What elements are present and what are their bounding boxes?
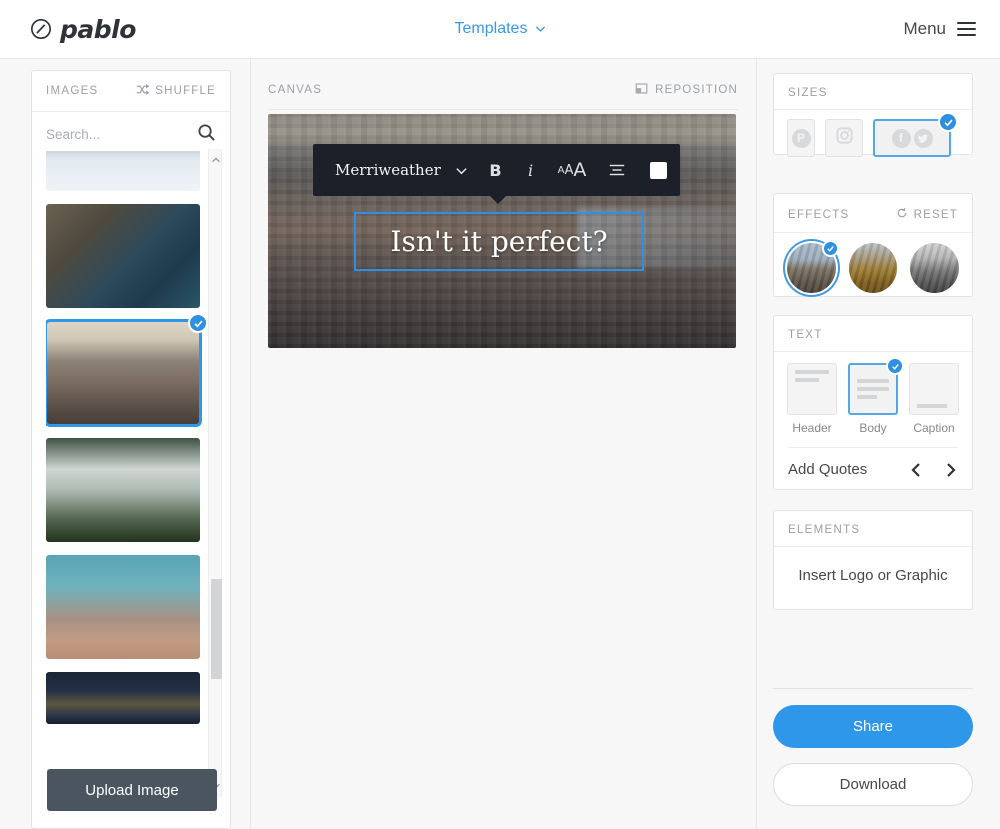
images-title: IMAGES: [46, 85, 99, 97]
menu-label: Menu: [903, 19, 946, 38]
logo[interactable]: pablo: [30, 15, 136, 44]
effects-header: EFFECTS RESET: [774, 194, 972, 233]
pablo-circle-icon: [30, 18, 52, 40]
actions-divider: [773, 688, 973, 689]
reposition-icon: [635, 82, 648, 98]
shuffle-label: SHUFFLE: [155, 85, 216, 97]
selected-check-icon: [938, 112, 958, 132]
effect-option-grayscale[interactable]: [910, 243, 960, 293]
search-row: [46, 118, 216, 151]
size-option-instagram[interactable]: [825, 119, 863, 157]
thumbnail-city-skyline-aerial[interactable]: [46, 313, 208, 427]
reposition-label: REPOSITION: [655, 84, 738, 96]
text-header: TEXT: [774, 316, 972, 352]
upload-image-button[interactable]: Upload Image: [47, 769, 217, 811]
text-color-swatch[interactable]: [638, 144, 680, 196]
elements-title: ELEMENTS: [788, 524, 861, 536]
thumbnail-coastal-cliffs[interactable]: [46, 204, 200, 308]
images-panel: IMAGES SHUFFLE Search... Upload Image: [31, 70, 231, 829]
text-options: Header Body Caption: [774, 352, 972, 435]
sizes-panel: SIZES P f: [773, 73, 973, 157]
size-option-facebook-twitter[interactable]: f: [873, 112, 958, 157]
quotes-navigation: [909, 462, 958, 478]
body-preview-icon: [848, 357, 904, 415]
effects-panel: EFFECTS RESET: [773, 193, 973, 297]
search-icon[interactable]: [197, 123, 216, 147]
chevron-up-icon[interactable]: [209, 151, 223, 169]
hamburger-icon: [957, 22, 976, 36]
thumbnail-list[interactable]: [46, 151, 218, 795]
thumbnail-foggy-mountain-valley[interactable]: [46, 438, 200, 542]
text-title: TEXT: [788, 329, 823, 341]
reposition-button[interactable]: REPOSITION: [635, 82, 738, 98]
font-size-button[interactable]: AAA: [547, 144, 597, 196]
canvas-header: CANVAS REPOSITION: [268, 82, 738, 110]
templates-label: Templates: [454, 20, 528, 37]
search-input[interactable]: [46, 127, 186, 142]
pinterest-icon: P: [791, 128, 811, 148]
align-center-icon[interactable]: [597, 144, 638, 196]
text-option-header-label: Header: [792, 421, 832, 435]
chevron-left-icon[interactable]: [909, 462, 925, 478]
chevron-down-icon[interactable]: [446, 144, 477, 196]
shuffle-button[interactable]: SHUFFLE: [136, 83, 216, 99]
facebook-icon: f: [891, 128, 911, 148]
instagram-icon: [835, 126, 854, 150]
add-quotes-row: Add Quotes: [788, 447, 958, 478]
menu-button[interactable]: Menu: [903, 19, 976, 39]
elements-body: Insert Logo or Graphic: [774, 547, 972, 603]
elements-header: ELEMENTS: [774, 511, 972, 547]
selected-check-icon: [821, 240, 839, 257]
images-panel-header: IMAGES SHUFFLE: [32, 71, 230, 112]
logo-text: pablo: [60, 14, 136, 44]
download-button[interactable]: Download: [773, 763, 973, 806]
chevron-down-icon: [534, 22, 546, 33]
canvas-area[interactable]: Merriweather B i AAA Isn't it perfect?: [268, 114, 736, 348]
italic-button[interactable]: i: [514, 144, 547, 196]
thumbnail-lit-stone-steps[interactable]: [46, 672, 200, 724]
share-button[interactable]: Share: [773, 705, 973, 748]
font-name-selector[interactable]: Merriweather: [335, 161, 446, 179]
sizes-header: SIZES: [774, 74, 972, 110]
chevron-right-icon[interactable]: [942, 462, 958, 478]
scrollbar-thumb[interactable]: [211, 579, 222, 679]
sizes-title: SIZES: [788, 87, 828, 99]
text-option-caption[interactable]: Caption: [909, 363, 959, 435]
insert-logo-button[interactable]: Insert Logo or Graphic: [798, 567, 947, 584]
text-panel: TEXT Header Body Caption Add Quotes: [773, 315, 973, 490]
text-option-header[interactable]: Header: [787, 363, 837, 435]
thumbnail-grasses-teal-sky[interactable]: [46, 555, 200, 659]
left-divider: [250, 59, 251, 829]
reset-label: RESET: [913, 208, 958, 221]
canvas-text-box[interactable]: Isn't it perfect?: [354, 212, 644, 271]
effects-title: EFFECTS: [788, 208, 850, 221]
app-header: pablo Templates Menu: [0, 0, 1000, 59]
effects-options: [774, 233, 972, 303]
text-option-caption-label: Caption: [913, 421, 955, 435]
sizes-options: P f: [774, 110, 972, 166]
templates-dropdown[interactable]: Templates: [420, 20, 580, 38]
right-divider: [756, 59, 757, 829]
effect-option-sepia[interactable]: [848, 243, 898, 293]
text-option-body-label: Body: [859, 421, 887, 435]
thumbnail-scrollbar[interactable]: [208, 149, 222, 797]
size-option-pinterest[interactable]: P: [787, 119, 815, 157]
canvas-caption-text: Isn't it perfect?: [390, 225, 608, 258]
shuffle-icon: [136, 83, 150, 99]
reset-effects-button[interactable]: RESET: [896, 207, 958, 222]
reset-circle-icon: [896, 207, 908, 222]
selected-check-icon: [188, 313, 208, 333]
add-quotes-label[interactable]: Add Quotes: [788, 461, 867, 478]
elements-panel: ELEMENTS Insert Logo or Graphic: [773, 510, 973, 610]
canvas-title: CANVAS: [268, 84, 323, 96]
caption-preview-icon: [909, 363, 959, 415]
twitter-icon: [913, 128, 933, 148]
effect-option-normal[interactable]: [783, 239, 840, 297]
selected-check-icon: [886, 357, 904, 375]
bold-button[interactable]: B: [477, 144, 514, 196]
thumbnail-snowy-lake[interactable]: [46, 151, 200, 191]
text-format-toolbar: Merriweather B i AAA: [313, 144, 680, 204]
header-preview-icon: [787, 363, 837, 415]
text-option-body[interactable]: Body: [848, 357, 904, 435]
